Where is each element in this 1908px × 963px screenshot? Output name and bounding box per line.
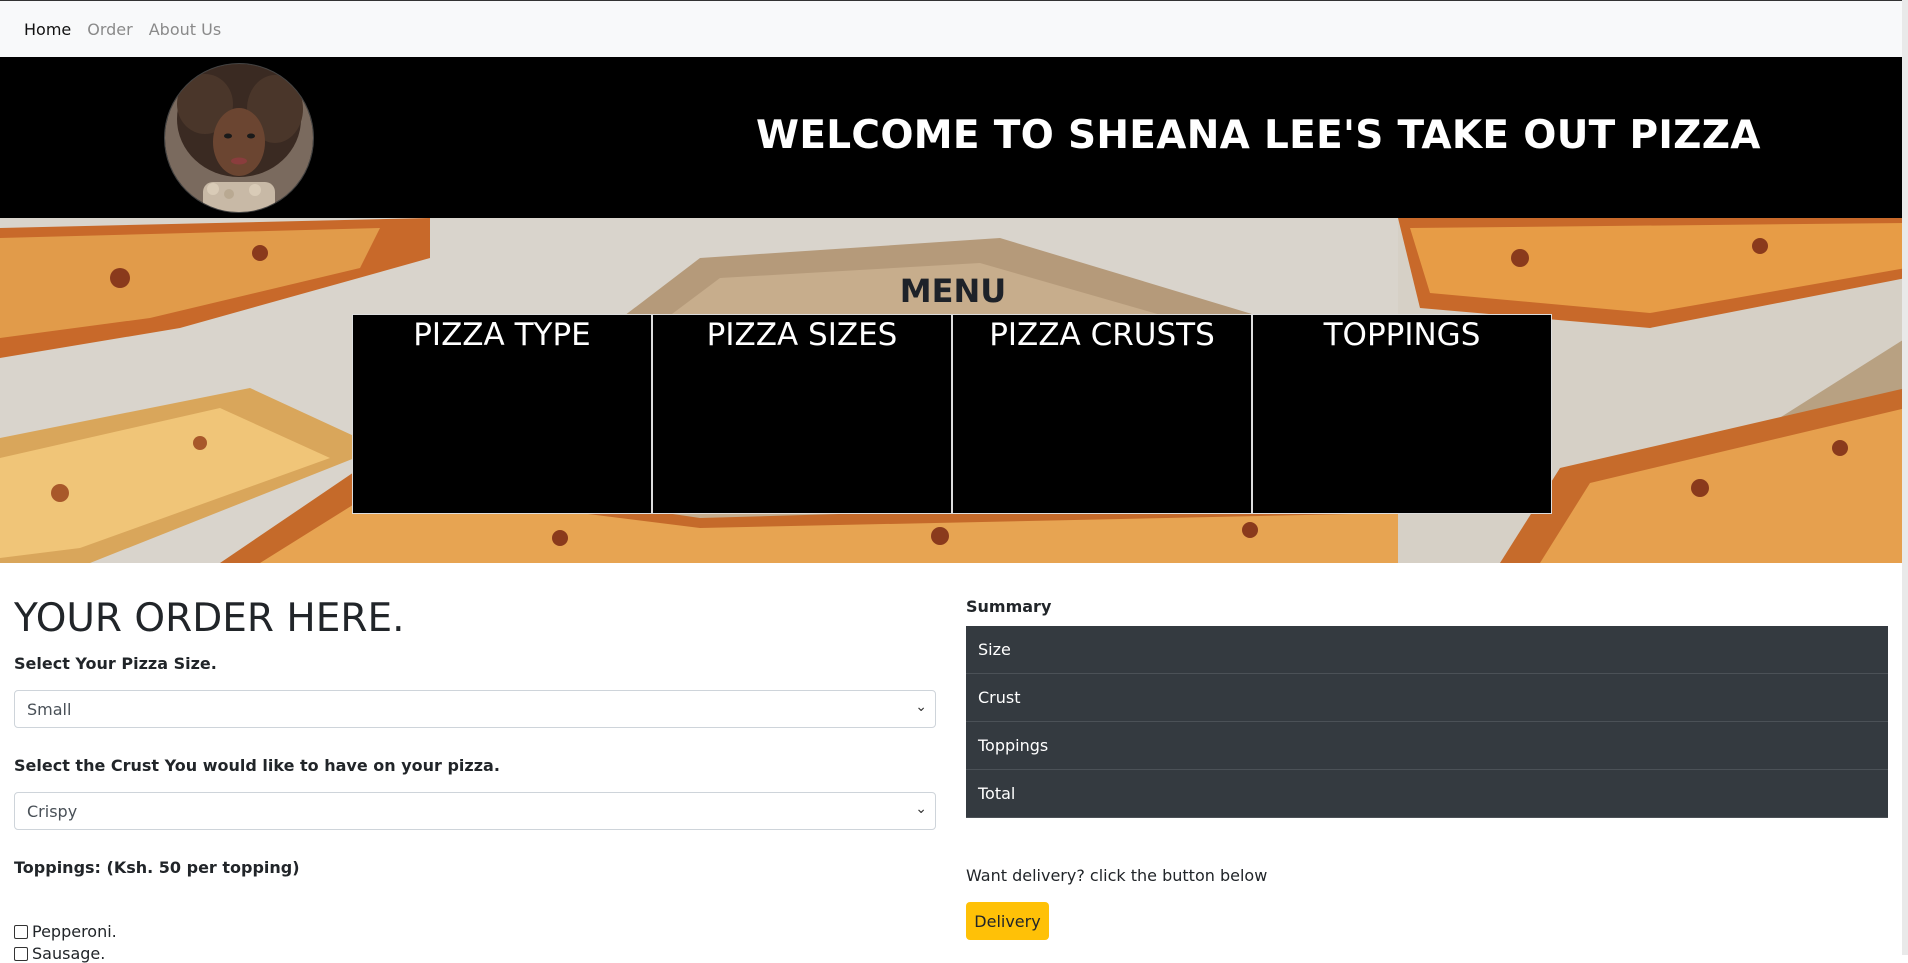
menu-box-label: PIZZA TYPE (413, 317, 591, 353)
crust-label: Select the Crust You would like to have … (14, 756, 500, 775)
delivery-prompt: Want delivery? click the button below (966, 866, 1268, 885)
checkbox[interactable] (14, 946, 28, 961)
toppings-label: Toppings: (Ksh. 50 per topping) (14, 858, 300, 877)
menu-box-label: PIZZA CRUSTS (989, 317, 1215, 353)
navbar: Home Order About Us (0, 1, 1906, 57)
nav-home-link[interactable]: Home (24, 20, 71, 39)
order-heading: YOUR ORDER HERE. (14, 596, 405, 641)
scrollbar[interactable] (1902, 0, 1908, 955)
crust-select-value: Crispy (27, 802, 78, 821)
menu-hero: MENU PIZZA TYPE PIZZA SIZES PIZZA CRUSTS… (0, 218, 1906, 563)
menu-box-pizza-type[interactable]: PIZZA TYPE (352, 314, 652, 514)
site-title: WELCOME TO SHEANA LEE'S TAKE OUT PIZZA (756, 113, 1761, 158)
topping-sausage[interactable]: Sausage. (14, 944, 105, 963)
summary-title: Summary (966, 597, 1052, 616)
summary-size: Size (966, 626, 1888, 674)
topping-label: Sausage. (32, 944, 106, 963)
delivery-button[interactable]: Delivery (966, 902, 1049, 940)
size-label: Select Your Pizza Size. (14, 654, 217, 673)
menu-box-label: TOPPINGS (1323, 317, 1481, 353)
owner-avatar (164, 63, 314, 213)
nav-order-link[interactable]: Order (87, 20, 132, 39)
chevron-down-icon: ⌄ (915, 801, 927, 817)
menu-box-toppings[interactable]: TOPPINGS (1252, 314, 1552, 514)
menu-box-pizza-sizes[interactable]: PIZZA SIZES (652, 314, 952, 514)
site-header: WELCOME TO SHEANA LEE'S TAKE OUT PIZZA (0, 57, 1906, 218)
summary-toppings: Toppings (966, 722, 1888, 770)
summary-list: Size Crust Toppings Total (966, 626, 1888, 818)
menu-box-pizza-crusts[interactable]: PIZZA CRUSTS (952, 314, 1252, 514)
summary-crust: Crust (966, 674, 1888, 722)
size-select[interactable]: Small ⌄ (14, 690, 936, 728)
checkbox[interactable] (14, 924, 28, 939)
topping-pepperoni[interactable]: Pepperoni. (14, 922, 117, 941)
crust-select[interactable]: Crispy ⌄ (14, 792, 936, 830)
topping-label: Pepperoni. (32, 922, 117, 941)
nav-about-link[interactable]: About Us (149, 20, 221, 39)
chevron-down-icon: ⌄ (915, 699, 927, 715)
menu-box-label: PIZZA SIZES (706, 317, 898, 353)
menu-grid: PIZZA TYPE PIZZA SIZES PIZZA CRUSTS TOPP… (352, 314, 1552, 514)
menu-title: MENU (899, 272, 1007, 310)
size-select-value: Small (27, 700, 72, 719)
summary-total: Total (966, 770, 1888, 818)
